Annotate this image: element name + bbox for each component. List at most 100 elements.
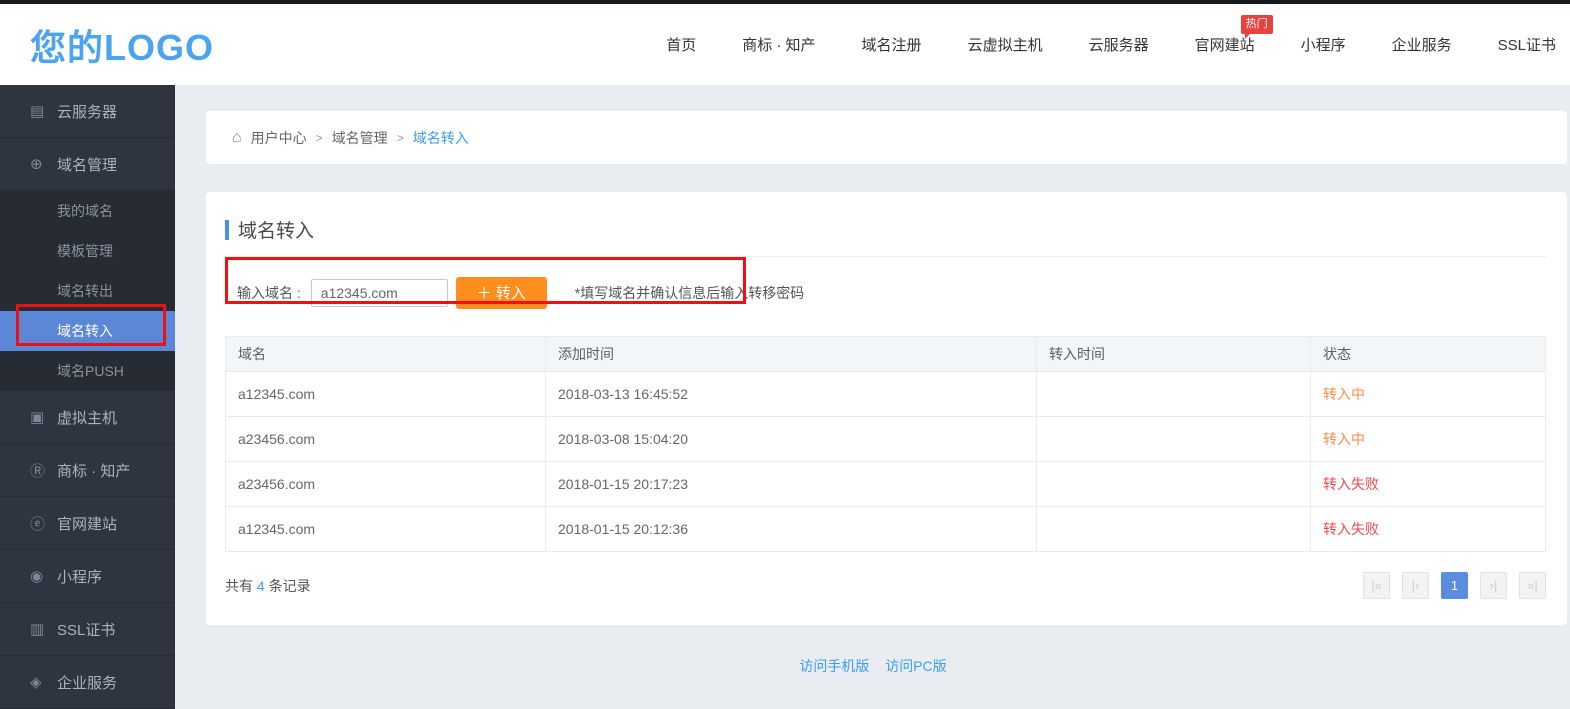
diamond-icon: ◈ bbox=[30, 673, 57, 691]
column-header-domain: 域名 bbox=[226, 337, 546, 372]
certificate-icon: ▥ bbox=[30, 620, 57, 638]
transfer-in-button[interactable]: ＋ 转入 bbox=[456, 277, 547, 309]
record-count-number: 4 bbox=[257, 578, 265, 594]
pagination-first-button[interactable]: |« bbox=[1363, 572, 1390, 599]
nav-item-cloud-virtual-host[interactable]: 云虚拟主机 bbox=[968, 34, 1043, 55]
nav-item-home[interactable]: 首页 bbox=[666, 34, 696, 55]
record-count: 共有 4 条记录 bbox=[225, 576, 311, 596]
top-navigation: 首页 商标 · 知产 域名注册 云虚拟主机 云服务器 官网建站 热门 小程序 企… bbox=[666, 34, 1556, 55]
sidebar-subitem-domain-push[interactable]: 域名PUSH bbox=[0, 351, 175, 391]
sidebar-item-label: 小程序 bbox=[57, 566, 102, 587]
pagination-prev-button[interactable]: |‹ bbox=[1402, 572, 1429, 599]
site-header: 您的LOGO 首页 商标 · 知产 域名注册 云虚拟主机 云服务器 官网建站 热… bbox=[0, 4, 1570, 85]
page-footer: 访问手机版 访问PC版 bbox=[175, 656, 1570, 676]
cell-domain: a23456.com bbox=[226, 417, 546, 462]
breadcrumb-domain-transfer-in[interactable]: 域名转入 bbox=[413, 128, 469, 148]
cell-added-time: 2018-03-08 15:04:20 bbox=[546, 417, 1037, 462]
sidebar-item-virtual-host[interactable]: ▣ 虚拟主机 bbox=[0, 391, 175, 444]
nav-item-miniprogram[interactable]: 小程序 bbox=[1301, 34, 1346, 55]
cell-added-time: 2018-01-15 20:12:36 bbox=[546, 507, 1037, 552]
site-logo[interactable]: 您的LOGO bbox=[30, 19, 214, 71]
pagination-last-button[interactable]: »| bbox=[1519, 572, 1546, 599]
table-row: a12345.com 2018-01-15 20:12:36 转入失败 bbox=[226, 507, 1546, 552]
content-area: ⌂ 用户中心 > 域名管理 > 域名转入 域名转入 输入域名 : ＋ 转入 *填… bbox=[175, 85, 1570, 708]
column-header-added-time: 添加时间 bbox=[546, 337, 1037, 372]
plus-icon: ＋ bbox=[477, 285, 492, 302]
sidebar-subitem-template-manage[interactable]: 模板管理 bbox=[0, 231, 175, 271]
sidebar-item-cloud-server[interactable]: ▤ 云服务器 bbox=[0, 85, 175, 138]
transfer-in-table: 域名 添加时间 转入时间 状态 a12345.com 2018-03-13 16… bbox=[225, 336, 1546, 552]
nav-item-cloud-server[interactable]: 云服务器 bbox=[1089, 34, 1149, 55]
sidebar-item-label: 虚拟主机 bbox=[57, 407, 117, 428]
table-row: a23456.com 2018-01-15 20:17:23 转入失败 bbox=[226, 462, 1546, 507]
sidebar-item-label: 域名管理 bbox=[57, 154, 117, 175]
sidebar-item-miniprogram[interactable]: ◉ 小程序 bbox=[0, 550, 175, 603]
page-title: 域名转入 bbox=[238, 216, 314, 243]
nav-item-domain-register[interactable]: 域名注册 bbox=[862, 34, 922, 55]
cell-transfer-time bbox=[1037, 372, 1311, 417]
transfer-in-button-label: 转入 bbox=[496, 285, 526, 302]
sidebar-subitem-domain-transfer-out[interactable]: 域名转出 bbox=[0, 271, 175, 311]
cell-added-time: 2018-01-15 20:17:23 bbox=[546, 462, 1037, 507]
breadcrumb-user-center[interactable]: 用户中心 bbox=[251, 128, 307, 148]
main-panel: 域名转入 输入域名 : ＋ 转入 *填写域名并确认信息后输入转移密码 域名 添加… bbox=[206, 192, 1567, 625]
sidebar-item-label: 官网建站 bbox=[57, 513, 117, 534]
breadcrumb-domain-manage[interactable]: 域名管理 bbox=[332, 128, 388, 148]
pagination-page-1-button[interactable]: 1 bbox=[1441, 572, 1468, 599]
cell-status: 转入中 bbox=[1311, 417, 1546, 462]
sidebar-subitem-my-domains[interactable]: 我的域名 bbox=[0, 191, 175, 231]
home-icon: ⌂ bbox=[232, 129, 242, 147]
nav-item-trademark[interactable]: 商标 · 知产 bbox=[742, 34, 815, 55]
cell-domain: a12345.com bbox=[226, 372, 546, 417]
mobile-version-link[interactable]: 访问手机版 bbox=[799, 658, 869, 674]
table-footer: 共有 4 条记录 |« |‹ 1 ›| »| bbox=[225, 572, 1546, 599]
page-title-row: 域名转入 bbox=[225, 192, 1546, 243]
record-count-prefix: 共有 bbox=[225, 578, 253, 594]
cell-status: 转入中 bbox=[1311, 372, 1546, 417]
sidebar-item-enterprise-service[interactable]: ◈ 企业服务 bbox=[0, 656, 175, 709]
sidebar-subitem-domain-transfer-in[interactable]: 域名转入 bbox=[0, 311, 175, 351]
cell-status: 转入失败 bbox=[1311, 507, 1546, 552]
nav-item-label: 官网建站 bbox=[1195, 37, 1255, 54]
sidebar-item-website-building[interactable]: ⓔ 官网建站 bbox=[0, 497, 175, 550]
column-header-transfer-time: 转入时间 bbox=[1037, 337, 1311, 372]
record-count-suffix: 条记录 bbox=[269, 578, 311, 594]
pagination-next-button[interactable]: ›| bbox=[1480, 572, 1507, 599]
title-accent-bar bbox=[225, 220, 229, 240]
breadcrumb-separator: > bbox=[397, 131, 404, 145]
website-icon: ⓔ bbox=[30, 513, 57, 534]
registered-trademark-icon: Ⓡ bbox=[30, 460, 57, 481]
globe-icon: ⊕ bbox=[30, 155, 57, 173]
nav-item-ssl[interactable]: SSL证书 bbox=[1498, 34, 1556, 55]
sidebar-item-domain-manage[interactable]: ⊕ 域名管理 bbox=[0, 138, 175, 191]
nav-item-website-building[interactable]: 官网建站 热门 bbox=[1195, 34, 1255, 55]
table-header-row: 域名 添加时间 转入时间 状态 bbox=[226, 337, 1546, 372]
domain-input[interactable] bbox=[311, 279, 448, 307]
sidebar-item-label: 云服务器 bbox=[57, 101, 117, 122]
hot-badge: 热门 bbox=[1241, 15, 1273, 34]
sidebar-item-label: SSL证书 bbox=[57, 619, 115, 640]
miniprogram-icon: ◉ bbox=[30, 567, 57, 585]
table-row: a23456.com 2018-03-08 15:04:20 转入中 bbox=[226, 417, 1546, 462]
server-icon: ▤ bbox=[30, 102, 57, 120]
transfer-in-form: 输入域名 : ＋ 转入 *填写域名并确认信息后输入转移密码 bbox=[225, 266, 1546, 319]
host-icon: ▣ bbox=[30, 408, 57, 426]
domain-input-label: 输入域名 : bbox=[237, 283, 301, 303]
sidebar-item-ssl[interactable]: ▥ SSL证书 bbox=[0, 603, 175, 656]
pagination: |« |‹ 1 ›| »| bbox=[1363, 572, 1546, 599]
cell-domain: a12345.com bbox=[226, 507, 546, 552]
cell-transfer-time bbox=[1037, 462, 1311, 507]
sidebar: ▤ 云服务器 ⊕ 域名管理 我的域名 模板管理 域名转出 域名转入 域名PUSH… bbox=[0, 85, 175, 708]
pc-version-link[interactable]: 访问PC版 bbox=[885, 658, 946, 674]
breadcrumb-separator: > bbox=[316, 131, 323, 145]
sidebar-item-label: 企业服务 bbox=[57, 672, 117, 693]
cell-added-time: 2018-03-13 16:45:52 bbox=[546, 372, 1037, 417]
table-row: a12345.com 2018-03-13 16:45:52 转入中 bbox=[226, 372, 1546, 417]
sidebar-item-label: 商标 · 知产 bbox=[57, 460, 130, 481]
nav-item-enterprise-service[interactable]: 企业服务 bbox=[1392, 34, 1452, 55]
cell-status: 转入失败 bbox=[1311, 462, 1546, 507]
cell-domain: a23456.com bbox=[226, 462, 546, 507]
title-divider bbox=[225, 256, 1546, 257]
sidebar-item-trademark[interactable]: Ⓡ 商标 · 知产 bbox=[0, 444, 175, 497]
column-header-status: 状态 bbox=[1311, 337, 1546, 372]
